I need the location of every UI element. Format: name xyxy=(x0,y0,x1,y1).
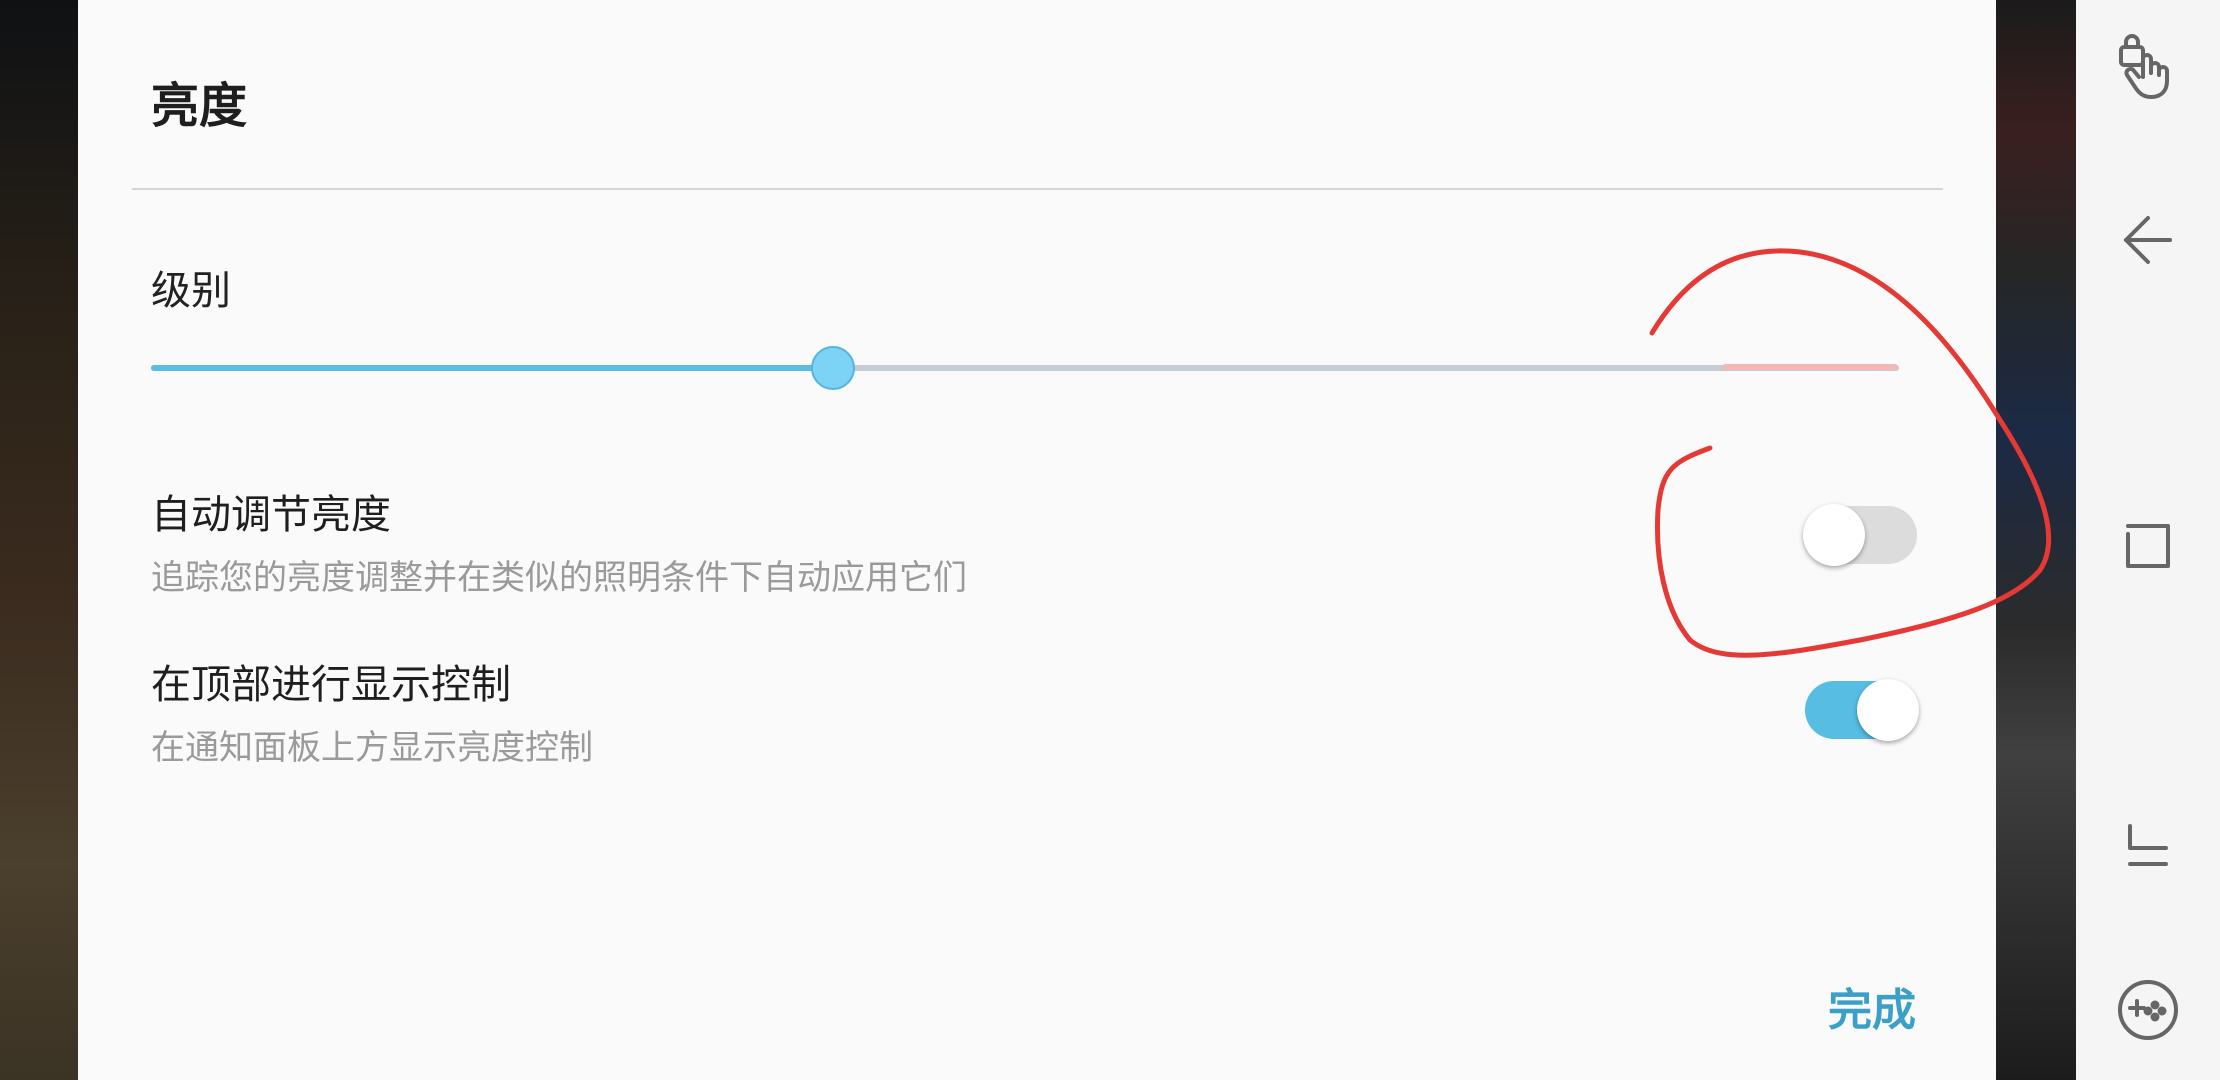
background-left-strip xyxy=(0,0,78,1080)
level-label: 级别 xyxy=(151,268,231,314)
auto-brightness-setting[interactable]: 自动调节亮度 追踪您的亮度调整并在类似的照明条件下自动应用它们 xyxy=(151,482,1911,599)
auto-brightness-title: 自动调节亮度 xyxy=(151,492,391,538)
toggle-knob xyxy=(1803,504,1865,566)
game-tools-icon[interactable] xyxy=(2108,970,2188,1050)
top-control-setting[interactable]: 在顶部进行显示控制 在通知面板上方显示亮度控制 xyxy=(151,652,1911,769)
auto-brightness-toggle[interactable] xyxy=(1803,504,1917,566)
top-control-description: 在通知面板上方显示亮度控制 xyxy=(151,728,593,768)
slider-fill xyxy=(151,365,833,371)
slider-thumb[interactable] xyxy=(810,346,855,390)
navigation-sidebar xyxy=(2076,0,2220,1080)
title-divider xyxy=(132,188,1943,190)
top-control-title: 在顶部进行显示控制 xyxy=(151,662,511,708)
auto-brightness-description: 追踪您的亮度调整并在类似的照明条件下自动应用它们 xyxy=(151,558,967,598)
brightness-dialog: 亮度 级别 自动调节亮度 追踪您的亮度调整并在类似的照明条件下自动应用它们 在顶… xyxy=(78,0,1996,1080)
touch-lock-icon[interactable] xyxy=(2108,28,2188,108)
home-icon[interactable] xyxy=(2108,808,2188,888)
dialog-title: 亮度 xyxy=(151,78,248,134)
top-control-toggle[interactable] xyxy=(1805,679,1919,741)
brightness-slider[interactable] xyxy=(151,346,1899,390)
toggle-knob xyxy=(1857,679,1919,741)
back-icon[interactable] xyxy=(2108,200,2188,280)
background-right-strip xyxy=(1996,0,2076,1080)
recent-apps-icon[interactable] xyxy=(2108,502,2188,582)
done-button[interactable]: 完成 xyxy=(1828,974,1916,1038)
